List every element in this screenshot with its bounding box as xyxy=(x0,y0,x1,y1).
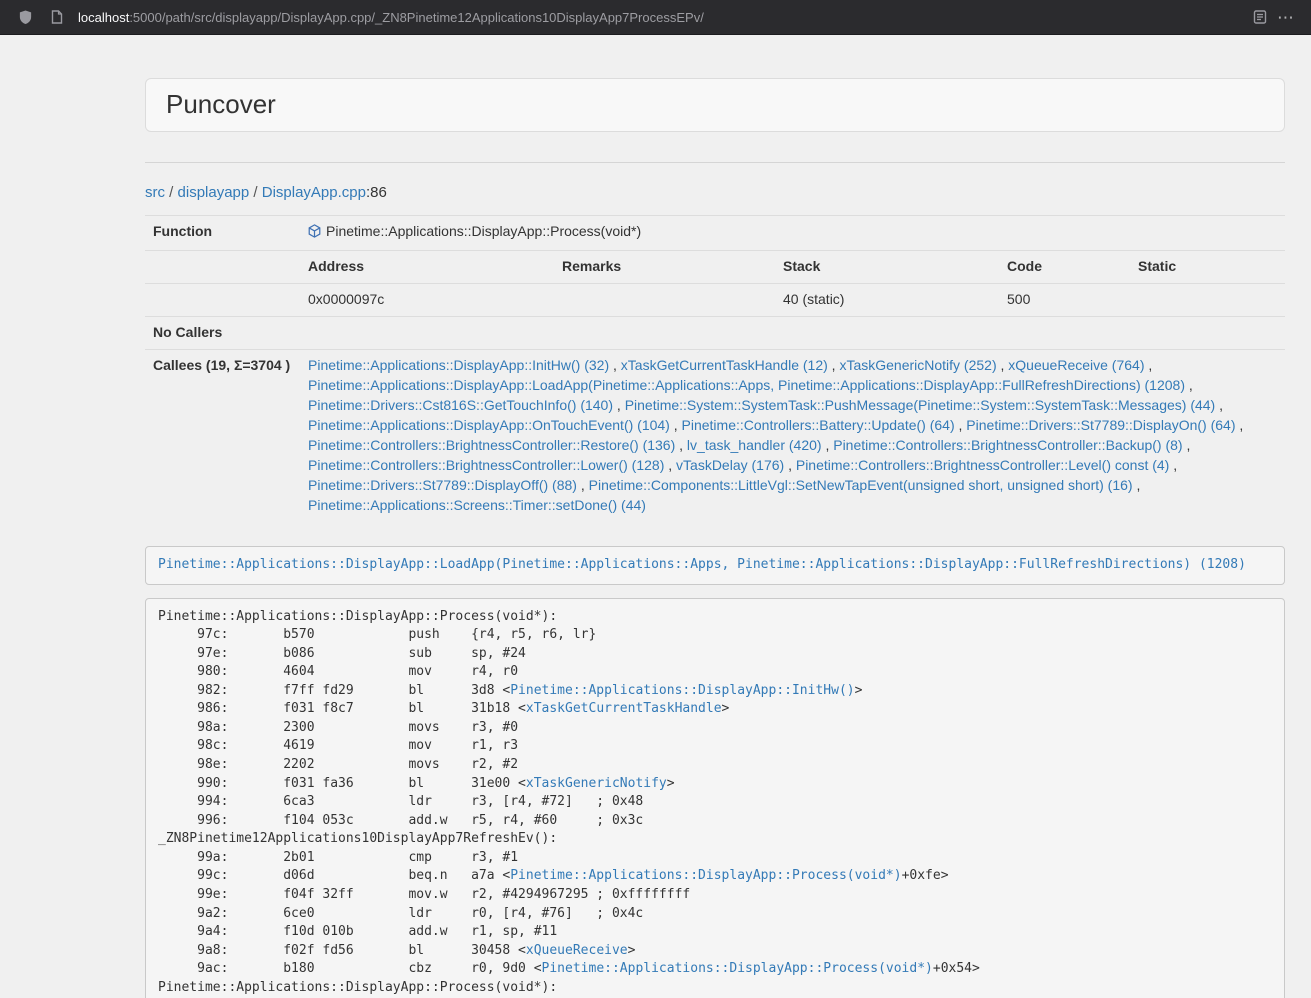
empty-cell xyxy=(145,250,300,283)
function-name: Pinetime::Applications::DisplayApp::Proc… xyxy=(326,223,641,239)
browser-toolbar: localhost:5000/path/src/displayapp/Displ… xyxy=(0,0,1311,35)
breadcrumb-separator: / xyxy=(165,184,178,201)
table-row: No Callers xyxy=(145,316,1285,349)
column-header-remarks: Remarks xyxy=(554,250,775,283)
callee-link[interactable]: Pinetime::Applications::Screens::Timer::… xyxy=(308,497,646,513)
callee-link[interactable]: Pinetime::Drivers::St7789::DisplayOff() … xyxy=(308,477,577,493)
callee-link[interactable]: Pinetime::Drivers::Cst816S::GetTouchInfo… xyxy=(308,397,613,413)
column-header-address: Address xyxy=(300,250,554,283)
page-actions-menu-icon[interactable]: ⋯ xyxy=(1273,4,1299,30)
breadcrumb-line-number: :86 xyxy=(366,184,387,201)
table-row: Address Remarks Stack Code Static xyxy=(145,250,1285,283)
callee-link[interactable]: Pinetime::Applications::DisplayApp::OnTo… xyxy=(308,417,670,433)
breadcrumb-link[interactable]: src xyxy=(145,184,165,201)
disassembly: Pinetime::Applications::DisplayApp::Proc… xyxy=(145,598,1285,998)
url-path: :5000/path/src/displayapp/DisplayApp.cpp… xyxy=(129,10,704,25)
table-row: 0x0000097c 40 (static) 500 xyxy=(145,283,1285,316)
divider xyxy=(145,162,1285,163)
empty-cell xyxy=(145,283,300,316)
callee-link[interactable]: lv_task_handler (420) xyxy=(687,437,822,453)
breadcrumb-separator: / xyxy=(249,184,262,201)
column-header-stack: Stack xyxy=(775,250,999,283)
callees-list: Pinetime::Applications::DisplayApp::Init… xyxy=(300,349,1285,521)
code-size-value: 500 xyxy=(999,283,1130,316)
callee-link[interactable]: Pinetime::Controllers::BrightnessControl… xyxy=(796,457,1169,473)
callee-link[interactable]: Pinetime::System::SystemTask::PushMessag… xyxy=(625,397,1216,413)
breadcrumb-link[interactable]: displayapp xyxy=(178,184,250,201)
disassembly-symbol-link[interactable]: Pinetime::Applications::DisplayApp::Proc… xyxy=(510,868,901,883)
table-row: Function Pinetime::Applications::Display… xyxy=(145,215,1285,250)
static-value xyxy=(1130,283,1285,316)
callee-link[interactable]: xQueueReceive (764) xyxy=(1008,357,1144,373)
url-bar[interactable]: localhost:5000/path/src/displayapp/Displ… xyxy=(44,4,1247,30)
address-value: 0x0000097c xyxy=(300,283,554,316)
disassembly-symbol-link[interactable]: Pinetime::Applications::DisplayApp::Init… xyxy=(510,683,854,698)
page-icon xyxy=(44,4,70,30)
callee-link[interactable]: Pinetime::Applications::DisplayApp::Init… xyxy=(308,357,609,373)
callee-link[interactable]: xTaskGenericNotify (252) xyxy=(839,357,996,373)
disassembly-symbol-link[interactable]: xQueueReceive xyxy=(526,943,628,958)
callee-link[interactable]: Pinetime::Controllers::Battery::Update()… xyxy=(682,417,955,433)
callee-link[interactable]: Pinetime::Drivers::St7789::DisplayOn() (… xyxy=(966,417,1235,433)
remarks-value xyxy=(554,283,775,316)
disassembly-symbol-link[interactable]: xTaskGetCurrentTaskHandle xyxy=(526,701,722,716)
table-row: Callees (19, Σ=3704 ) Pinetime::Applicat… xyxy=(145,349,1285,521)
disassembly-symbol-link[interactable]: xTaskGenericNotify xyxy=(526,776,667,791)
callee-link[interactable]: Pinetime::Controllers::BrightnessControl… xyxy=(833,437,1182,453)
no-callers-label: No Callers xyxy=(145,316,300,349)
function-cube-icon xyxy=(308,224,321,244)
function-row-label: Function xyxy=(145,215,300,250)
callers-cell xyxy=(300,316,1285,349)
url-host: localhost xyxy=(78,10,129,25)
callee-link[interactable]: Pinetime::Controllers::BrightnessControl… xyxy=(308,437,675,453)
column-header-static: Static xyxy=(1130,250,1285,283)
callee-link[interactable]: Pinetime::Components::LittleVgl::SetNewT… xyxy=(589,477,1133,493)
callees-label: Callees (19, Σ=3704 ) xyxy=(145,349,300,521)
callee-link[interactable]: vTaskDelay (176) xyxy=(676,457,784,473)
column-header-code: Code xyxy=(999,250,1130,283)
highlighted-symbol-box: Pinetime::Applications::DisplayApp::Load… xyxy=(145,546,1285,585)
url-text: localhost:5000/path/src/displayapp/Displ… xyxy=(78,10,704,25)
function-name-cell: Pinetime::Applications::DisplayApp::Proc… xyxy=(300,215,1285,250)
page-container: Puncover src / displayapp / DisplayApp.c… xyxy=(130,78,1300,998)
function-detail-table: Function Pinetime::Applications::Display… xyxy=(145,215,1285,522)
breadcrumb-link[interactable]: DisplayApp.cpp xyxy=(262,184,366,201)
stack-value: 40 (static) xyxy=(775,283,999,316)
breadcrumb: src / displayapp / DisplayApp.cpp:86 xyxy=(145,182,1285,203)
callee-link[interactable]: Pinetime::Applications::DisplayApp::Load… xyxy=(308,377,1185,393)
callee-link[interactable]: xTaskGetCurrentTaskHandle (12) xyxy=(621,357,828,373)
page-title: Puncover xyxy=(166,90,1264,120)
callee-link[interactable]: Pinetime::Controllers::BrightnessControl… xyxy=(308,457,664,473)
disassembly-symbol-link[interactable]: Pinetime::Applications::DisplayApp::Proc… xyxy=(542,961,933,976)
reader-mode-icon[interactable] xyxy=(1247,4,1273,30)
app-header-panel: Puncover xyxy=(145,78,1285,132)
tracking-protection-shield-icon[interactable] xyxy=(12,4,38,30)
highlighted-symbol-link[interactable]: Pinetime::Applications::DisplayApp::Load… xyxy=(158,557,1246,572)
